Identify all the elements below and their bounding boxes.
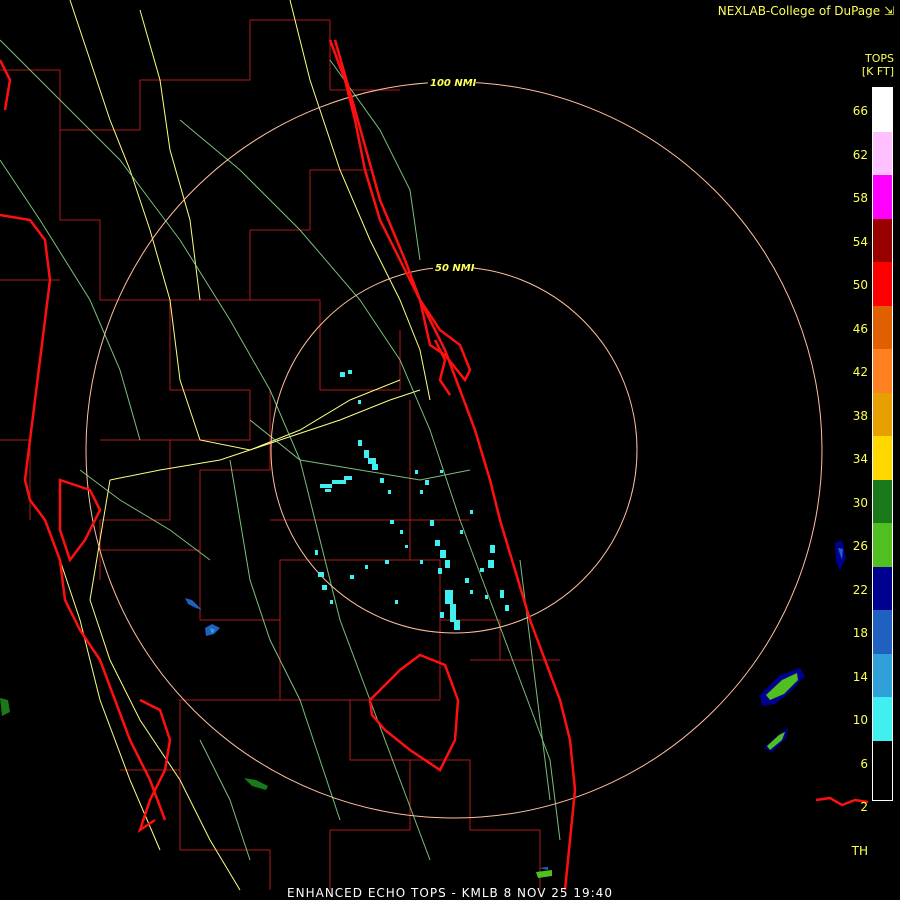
color-scale-label: 22	[852, 582, 868, 597]
coastline	[0, 39, 869, 891]
color-scale-swatch	[873, 436, 892, 480]
color-scale-swatch	[873, 392, 892, 436]
legend-title: TOPS [K FT]	[824, 52, 894, 78]
ring-label-50: 50 NMI	[435, 263, 475, 274]
color-scale-swatch	[873, 653, 892, 697]
radar-map-view: 100 NMI 50 NMI NEXLAB-College of DuPage …	[0, 0, 900, 900]
color-scale-label: 66	[852, 104, 868, 118]
echo-returns-other	[0, 540, 846, 878]
color-scale-label: 30	[852, 495, 868, 510]
range-rings	[85, 81, 823, 819]
color-scale-label: 62	[852, 147, 868, 162]
color-scale-labels: 66 62 58 54 50 46 42 38 34 30 26 22 18 14 10 6 2 TH	[838, 87, 868, 858]
color-scale-label: 2	[860, 800, 868, 814]
highways-green	[0, 39, 561, 861]
color-scale-label: 6	[860, 756, 868, 771]
color-scale-label: 34	[852, 452, 868, 466]
color-scale-swatch	[873, 479, 892, 523]
color-scale-swatch	[873, 349, 892, 393]
color-scale-label: 18	[852, 626, 868, 640]
legend-title-line2: [K FT]	[861, 65, 894, 78]
county-boundaries	[0, 19, 560, 890]
color-scale-swatch	[873, 305, 892, 349]
product-caption: ENHANCED ECHO TOPS - KMLB 8 NOV 25 19:40	[287, 886, 613, 900]
color-scale-swatch	[873, 218, 892, 262]
color-scale-swatch	[873, 88, 892, 132]
color-scale-label: 46	[852, 321, 868, 336]
color-scale-swatch	[873, 175, 892, 219]
color-scale-swatch	[873, 131, 892, 175]
credit-label: NEXLAB-College of DuPage ⇲	[717, 4, 894, 18]
color-scale-label: 14	[852, 669, 868, 684]
color-scale-label: 54	[852, 234, 868, 249]
color-scale-label: 50	[852, 278, 868, 292]
color-scale-label: 42	[852, 365, 868, 379]
color-scale-swatch	[873, 566, 892, 610]
radar-map: 100 NMI 50 NMI	[0, 0, 869, 891]
color-scale-label: TH	[851, 843, 868, 858]
legend-title-line1: TOPS	[865, 52, 894, 65]
color-scale-label: 10	[852, 713, 868, 727]
ring-label-100: 100 NMI	[430, 78, 477, 89]
color-scale-label: 58	[852, 191, 868, 205]
color-scale-swatch	[873, 523, 892, 567]
color-scale-swatch	[873, 262, 892, 306]
color-scale-swatch	[873, 697, 892, 741]
color-scale-label: 26	[852, 539, 868, 553]
color-scale-swatch	[873, 610, 892, 654]
ring-50-nmi	[270, 266, 638, 634]
ring-100-nmi	[85, 81, 823, 819]
echo-returns	[315, 370, 509, 630]
color-scale-label: 38	[852, 408, 868, 423]
color-scale-bar	[872, 87, 893, 801]
highways-yellow	[59, 0, 431, 891]
